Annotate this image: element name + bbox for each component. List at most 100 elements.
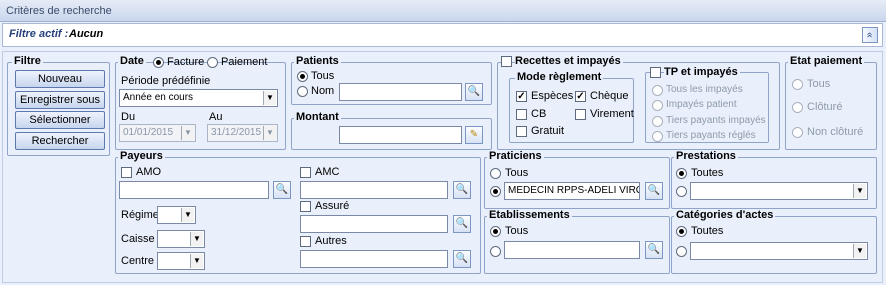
especes-checkbox[interactable]: ✓ [516,91,527,102]
date-du-field[interactable]: 01/01/2015 ▼ [119,124,196,142]
payeurs-title: Payeurs [118,150,165,162]
du-label: Du [121,111,136,123]
caisse-select[interactable]: ▼ [157,230,205,248]
patient-name-field[interactable] [339,83,462,101]
prestations-title: Prestations [674,150,738,162]
date-facture-radio[interactable] [153,57,164,68]
impayes-patient-radio[interactable] [652,100,663,111]
search-icon[interactable]: 🔍 [465,83,483,101]
tous-impayes-label: Tous les impayés [666,84,743,95]
date-au-field[interactable]: 31/12/2015 ▼ [207,124,278,142]
amo-field[interactable] [119,181,269,199]
amo-checkbox[interactable] [121,167,132,178]
tp-regles-label: Tiers payants réglés [666,130,756,141]
assure-field[interactable] [300,215,448,233]
cheque-label: Chèque [590,90,629,102]
chevron-down-icon: ▼ [263,91,276,105]
regime-label: Régime [121,209,159,221]
search-icon[interactable]: 🔍 [273,181,291,199]
prestations-selection-radio[interactable] [676,186,687,197]
categories-select[interactable]: ▼ [690,242,868,260]
collapse-icon[interactable]: » [862,27,878,43]
date-paiement-radio[interactable] [207,57,218,68]
recettes-checkbox[interactable] [501,56,512,67]
montant-field[interactable] [339,126,462,144]
etat-non-cloture-radio[interactable] [792,127,803,138]
filtre-group-title: Filtre [12,55,43,67]
etablissements-selection-radio[interactable] [490,246,501,257]
search-icon[interactable]: 🔍 [645,182,663,200]
etablissements-tous-radio[interactable] [490,226,501,237]
praticiens-selection-radio[interactable] [490,186,501,197]
date-au-value: 31/12/2015 [211,127,262,138]
caisse-label: Caisse [121,233,155,245]
cb-checkbox[interactable] [516,109,527,120]
search-icon[interactable]: 🔍 [645,241,663,259]
categories-toutes-radio[interactable] [676,226,687,237]
periode-value: Année en cours [123,92,194,103]
praticien-value: MEDECIN RPPS-ADELI VIRGINIE [508,185,639,196]
amc-field[interactable] [300,181,448,199]
rechercher-button[interactable]: Rechercher [15,132,105,150]
autres-label: Autres [315,235,347,247]
amo-label: AMO [136,166,162,178]
selectionner-button[interactable]: Sélectionner [15,111,105,129]
patients-nom-label: Nom [311,85,335,97]
cb-label: CB [531,108,547,120]
search-icon[interactable]: 🔍 [453,181,471,199]
chevron-down-icon: ▼ [853,244,866,258]
assure-checkbox[interactable] [300,201,311,212]
cheque-checkbox[interactable]: ✓ [575,91,586,102]
tp-impayes-checkbox[interactable] [650,67,661,78]
tous-impayes-radio[interactable] [652,85,663,96]
active-filter-bar: Filtre actif : Aucun » [2,23,883,47]
tp-impayes-label: Tiers payants impayés [666,115,766,126]
enregistrer-sous-button[interactable]: Enregistrer sous [15,91,105,109]
etat-paiement-title: Etat paiement [788,55,865,67]
gratuit-checkbox[interactable] [516,126,527,137]
praticiens-tous-radio[interactable] [490,168,501,179]
tp-regles-radio[interactable] [652,131,663,142]
especes-label: Espèces [531,90,574,102]
prestations-toutes-radio[interactable] [676,168,687,179]
nouveau-button[interactable]: Nouveau [15,70,105,88]
centre-select[interactable]: ▼ [157,252,205,270]
categories-selection-radio[interactable] [676,246,687,257]
etat-tous-label: Tous [807,78,831,90]
categories-toutes-label: Toutes [691,225,724,237]
amc-checkbox[interactable] [300,167,311,178]
date-facture-label: Facture [167,56,205,68]
etablissement-field[interactable] [504,241,640,259]
patients-tous-radio[interactable] [297,71,308,82]
active-filter-value: Aucun [69,28,104,40]
etat-cloture-radio[interactable] [792,102,803,113]
prestations-select[interactable]: ▼ [690,182,868,200]
patients-nom-radio[interactable] [297,86,308,97]
regime-select[interactable]: ▼ [157,206,196,224]
tp-impayes-radio[interactable] [652,116,663,127]
autres-field[interactable] [300,250,448,268]
chevron-down-icon: ▼ [181,126,194,140]
date-group-title: Date [118,55,146,67]
date-paiement-label: Paiement [221,56,268,68]
amc-label: AMC [315,166,340,178]
mode-reglement-title: Mode règlement [515,71,604,83]
autres-checkbox[interactable] [300,236,311,247]
praticien-field[interactable]: MEDECIN RPPS-ADELI VIRGINIE [504,182,640,200]
chevron-down-icon: ▼ [853,184,866,198]
gratuit-label: Gratuit [531,125,565,137]
periode-select[interactable]: Année en cours ▼ [119,89,278,107]
periode-label: Période prédéfinie [121,75,211,87]
virement-label: Virement [590,108,634,120]
chevron-down-icon: ▼ [263,126,276,140]
patients-tous-label: Tous [311,70,335,82]
etat-tous-radio[interactable] [792,79,803,90]
search-icon[interactable]: 🔍 [453,250,471,268]
active-filter-label: Filtre actif : [9,28,69,40]
search-icon[interactable]: 🔍 [453,215,471,233]
date-du-value: 01/01/2015 [123,127,174,138]
eraser-icon[interactable]: ✎ [465,126,483,144]
praticiens-title: Praticiens [487,150,544,162]
window-title: Critères de recherche [0,0,886,22]
virement-checkbox[interactable] [575,109,586,120]
